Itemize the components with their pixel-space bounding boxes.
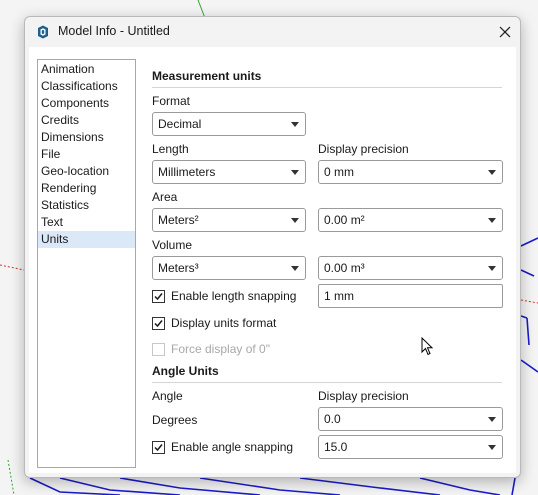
length-precision-dropdown[interactable]: 0 mm xyxy=(318,160,503,184)
volume-precision-dropdown[interactable]: 0.00 m³ xyxy=(318,256,503,280)
chevron-down-icon xyxy=(291,218,299,223)
chevron-down-icon xyxy=(291,122,299,127)
angle-value: Degrees xyxy=(152,413,198,427)
length-snapping-checkbox[interactable] xyxy=(152,290,165,303)
checkmark-icon xyxy=(154,293,163,301)
length-snapping-input[interactable]: 1 mm xyxy=(318,284,503,308)
angle-snapping-label[interactable]: Enable angle snapping xyxy=(171,440,293,454)
model-info-dialog: Model Info - Untitled Animation Classifi… xyxy=(24,16,521,478)
volume-value: Meters³ xyxy=(158,261,199,275)
display-units-format-label[interactable]: Display units format xyxy=(171,316,276,330)
section-divider xyxy=(152,382,502,383)
sidebar-item-units[interactable]: Units xyxy=(38,231,135,248)
sidebar-item-dimensions[interactable]: Dimensions xyxy=(38,129,135,146)
sidebar-item-components[interactable]: Components xyxy=(38,95,135,112)
chevron-down-icon xyxy=(488,266,496,271)
area-value: Meters² xyxy=(158,213,199,227)
angle-snapping-dropdown[interactable]: 15.0 xyxy=(318,435,503,459)
chevron-down-icon xyxy=(291,170,299,175)
chevron-down-icon xyxy=(291,266,299,271)
sketchup-icon xyxy=(35,24,51,40)
mouse-pointer-icon xyxy=(421,337,434,356)
sidebar-item-animation[interactable]: Animation xyxy=(38,61,135,78)
window-title: Model Info - Untitled xyxy=(58,24,170,38)
close-icon xyxy=(499,26,511,38)
length-snapping-value: 1 mm xyxy=(324,289,354,303)
measurement-units-heading: Measurement units xyxy=(152,69,262,83)
area-dropdown[interactable]: Meters² xyxy=(152,208,306,232)
angle-precision-value: 0.0 xyxy=(324,412,341,426)
chevron-down-icon xyxy=(488,417,496,422)
length-value: Millimeters xyxy=(158,165,216,179)
checkmark-icon xyxy=(154,444,163,452)
format-label: Format xyxy=(152,94,191,108)
angle-units-heading: Angle Units xyxy=(152,364,219,378)
dialog-content: Animation Classifications Components Cre… xyxy=(29,47,516,473)
sidebar-item-statistics[interactable]: Statistics xyxy=(38,197,135,214)
force-display-label: Force display of 0" xyxy=(171,342,270,356)
length-label: Length xyxy=(152,142,189,156)
chevron-down-icon xyxy=(488,170,496,175)
volume-label: Volume xyxy=(152,238,193,252)
length-precision-value: 0 mm xyxy=(324,165,354,179)
sidebar-item-rendering[interactable]: Rendering xyxy=(38,180,135,197)
title-bar[interactable]: Model Info - Untitled xyxy=(25,17,520,47)
angle-snapping-checkbox[interactable] xyxy=(152,441,165,454)
angle-precision-label: Display precision xyxy=(318,389,409,403)
display-units-format-checkbox[interactable] xyxy=(152,317,165,330)
chevron-down-icon xyxy=(488,445,496,450)
sidebar-item-classifications[interactable]: Classifications xyxy=(38,78,135,95)
close-button[interactable] xyxy=(490,17,520,47)
force-display-checkbox xyxy=(152,343,165,356)
area-precision-dropdown[interactable]: 0.00 m² xyxy=(318,208,503,232)
length-precision-label: Display precision xyxy=(318,142,409,156)
angle-precision-dropdown[interactable]: 0.0 xyxy=(318,407,503,431)
length-snapping-label[interactable]: Enable length snapping xyxy=(171,289,296,303)
area-label: Area xyxy=(152,190,178,204)
sidebar-item-credits[interactable]: Credits xyxy=(38,112,135,129)
sidebar-item-geo-location[interactable]: Geo-location xyxy=(38,163,135,180)
area-precision-value: 0.00 m² xyxy=(324,213,365,227)
angle-label: Angle xyxy=(152,389,183,403)
category-list[interactable]: Animation Classifications Components Cre… xyxy=(37,59,136,468)
format-value: Decimal xyxy=(158,117,202,131)
volume-precision-value: 0.00 m³ xyxy=(324,261,365,275)
sidebar-item-file[interactable]: File xyxy=(38,146,135,163)
section-divider xyxy=(152,87,502,88)
chevron-down-icon xyxy=(488,218,496,223)
volume-dropdown[interactable]: Meters³ xyxy=(152,256,306,280)
length-dropdown[interactable]: Millimeters xyxy=(152,160,306,184)
sidebar-item-text[interactable]: Text xyxy=(38,214,135,231)
angle-snapping-value: 15.0 xyxy=(324,440,348,454)
checkmark-icon xyxy=(154,320,163,328)
format-dropdown[interactable]: Decimal xyxy=(152,112,306,136)
